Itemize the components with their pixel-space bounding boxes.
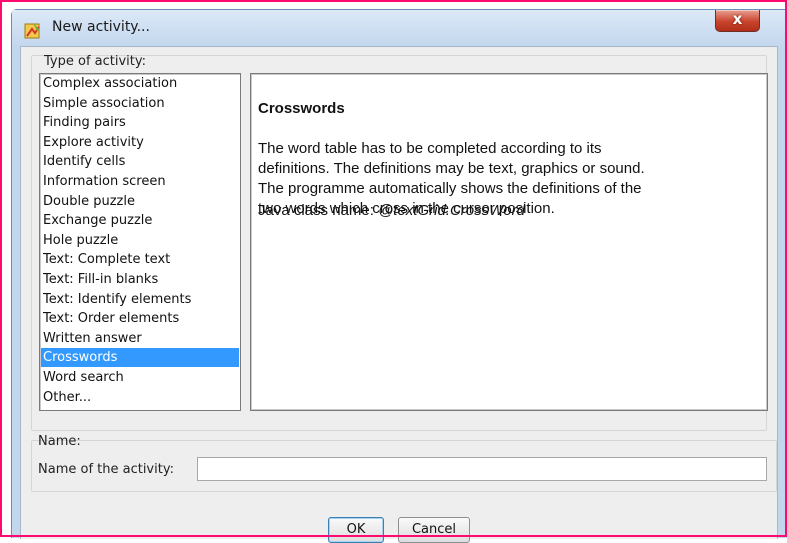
window-title: New activity... xyxy=(52,19,150,35)
list-item[interactable]: Hole puzzle xyxy=(41,231,239,250)
dialog-content: Type of activity: Complex association Si… xyxy=(20,46,778,543)
ok-button[interactable]: OK xyxy=(328,517,384,543)
list-item-selected[interactable]: Crosswords xyxy=(41,348,239,368)
list-item[interactable]: Finding pairs xyxy=(41,113,239,132)
description-line: The word table has to be completed accor… xyxy=(258,140,602,157)
close-icon[interactable]: x xyxy=(716,10,759,28)
activity-type-list[interactable]: Complex association Simple association F… xyxy=(39,73,241,411)
activity-name-input[interactable] xyxy=(197,457,767,481)
close-button[interactable]: x xyxy=(715,10,760,32)
list-item[interactable]: Text: Fill-in blanks xyxy=(41,270,239,289)
list-item[interactable]: Complex association xyxy=(41,74,239,93)
list-item[interactable]: Text: Order elements xyxy=(41,309,239,328)
type-of-activity-label: Type of activity: xyxy=(44,54,147,69)
list-item[interactable]: Other... xyxy=(41,388,239,407)
java-class-label: Java class name: xyxy=(258,202,379,219)
description-line: The programme automatically shows the de… xyxy=(258,180,642,197)
description-title: Crosswords xyxy=(258,100,345,117)
activity-icon xyxy=(24,23,40,39)
java-class-line: Java class name: @textGrid.CrossWord xyxy=(258,202,525,219)
activity-name-label: Name of the activity: xyxy=(38,462,174,477)
list-item[interactable]: Text: Complete text xyxy=(41,250,239,269)
list-item[interactable]: Exchange puzzle xyxy=(41,211,239,230)
list-item[interactable]: Double puzzle xyxy=(41,192,239,211)
dialog-window: New activity... x Type of activity: Comp… xyxy=(11,9,787,543)
list-item[interactable]: Text: Identify elements xyxy=(41,290,239,309)
list-item[interactable]: Explore activity xyxy=(41,133,239,152)
activity-description-panel: Crosswords The word table has to be comp… xyxy=(250,73,768,411)
list-item[interactable]: Simple association xyxy=(41,94,239,113)
list-item[interactable]: Identify cells xyxy=(41,152,239,171)
list-item[interactable]: Word search xyxy=(41,368,239,387)
name-section-label: Name: xyxy=(38,434,81,449)
list-item[interactable]: Information screen xyxy=(41,172,239,191)
cancel-button[interactable]: Cancel xyxy=(398,517,470,543)
java-class-name: @textGrid.CrossWord xyxy=(378,202,525,219)
list-item[interactable]: Written answer xyxy=(41,329,239,348)
description-line: definitions. The definitions may be text… xyxy=(258,160,645,177)
title-bar[interactable]: New activity... x xyxy=(12,10,787,46)
